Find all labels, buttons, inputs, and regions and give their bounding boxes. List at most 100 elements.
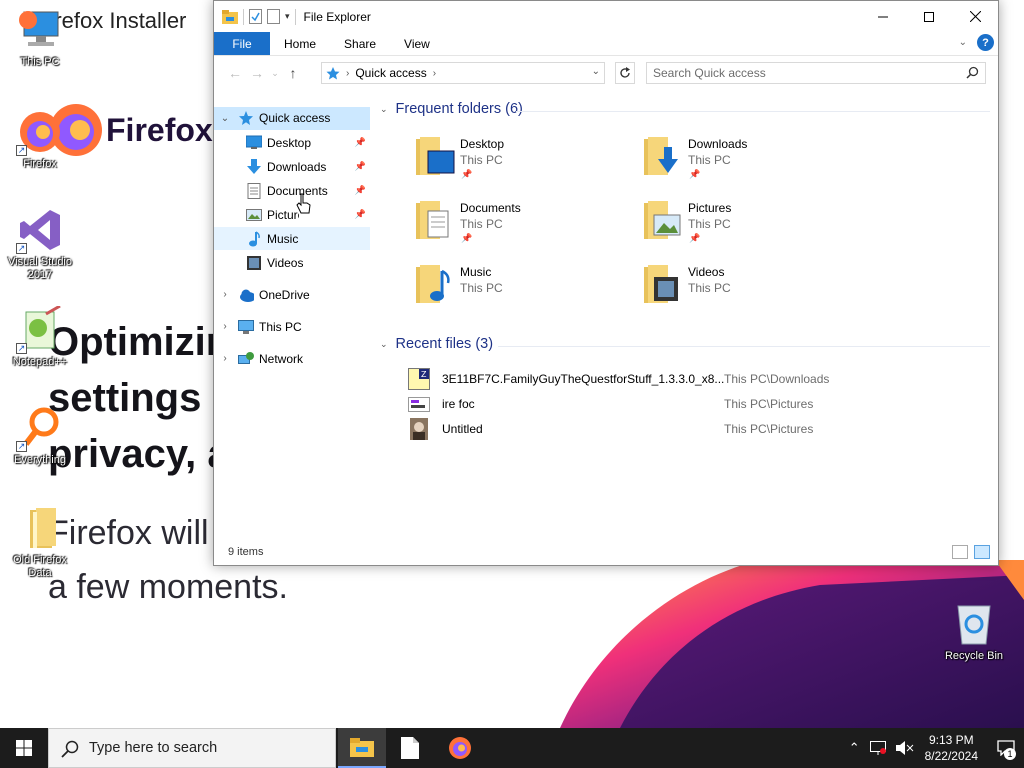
recent-file-name: Untitled xyxy=(442,422,483,436)
search-input[interactable]: Search Quick access xyxy=(646,62,986,84)
sidebar-item-quick-access[interactable]: ⌄ Quick access xyxy=(214,107,370,130)
help-button[interactable]: ? xyxy=(977,34,994,51)
frequent-folder-pictures[interactable]: Pictures This PC 📌 xyxy=(642,197,862,253)
close-button[interactable] xyxy=(952,1,998,32)
taskbar-notepad[interactable] xyxy=(386,728,434,768)
sidebar-item-label: Music xyxy=(267,232,299,246)
breadcrumb-separator-icon[interactable]: › xyxy=(433,68,436,79)
address-dropdown-icon[interactable]: ⌄ xyxy=(592,66,600,77)
visual-studio-icon: ↗ xyxy=(16,206,64,254)
toolbar-divider xyxy=(294,8,296,25)
expand-chevron-icon[interactable]: › xyxy=(220,353,230,364)
sidebar-item-desktop[interactable]: Desktop 📌 xyxy=(214,131,370,154)
collapse-caret-icon: ⌄ xyxy=(380,103,388,114)
desktop-icon-this-pc[interactable]: This PC xyxy=(2,6,78,69)
expand-chevron-icon[interactable]: › xyxy=(220,289,230,300)
group-divider xyxy=(498,346,990,347)
title-bar[interactable]: ▾ File Explorer xyxy=(214,1,998,32)
frequent-folder-music[interactable]: Music This PC xyxy=(414,261,634,317)
sidebar-item-network[interactable]: › Network xyxy=(214,347,370,370)
recent-file-location: This PC\Pictures xyxy=(724,397,814,411)
new-folder-icon[interactable] xyxy=(267,9,280,24)
folder-icon[interactable] xyxy=(222,9,238,24)
pin-icon[interactable]: 📌 xyxy=(355,137,366,148)
sidebar-item-this-pc[interactable]: › This PC xyxy=(214,315,370,338)
taskbar-firefox[interactable] xyxy=(436,728,484,768)
ribbon-tabs: File Home Share View ⌄ ? xyxy=(214,32,998,56)
sidebar-item-pictures[interactable]: Pictures 📌 xyxy=(214,203,370,226)
firefox-icon xyxy=(449,737,471,759)
breadcrumb-quick-access[interactable]: Quick access xyxy=(355,66,426,80)
maximize-icon xyxy=(924,11,934,22)
sidebar-item-downloads[interactable]: Downloads 📌 xyxy=(214,155,370,178)
pin-icon[interactable]: 📌 xyxy=(355,185,366,196)
action-center-button[interactable]: 1 xyxy=(988,728,1024,768)
network-icon xyxy=(238,352,254,364)
windows-logo-icon xyxy=(16,740,32,756)
desktop-icon-label: Firefox xyxy=(23,158,57,170)
network-status-icon[interactable] xyxy=(869,741,886,755)
forward-button[interactable]: → xyxy=(246,65,268,81)
desktop-icon-recycle-bin[interactable]: Recycle Bin xyxy=(936,600,1012,663)
recent-locations-icon[interactable]: ⌄ xyxy=(268,68,282,79)
image-thumbnail-icon xyxy=(410,418,428,440)
taskbar-file-explorer[interactable] xyxy=(338,728,386,768)
desktop-icon-label: Everything xyxy=(14,454,66,466)
desktop-icon-notepadpp[interactable]: ↗ Notepad++ xyxy=(2,304,78,369)
address-bar[interactable]: › Quick access › ⌄ xyxy=(321,62,605,84)
desktop-icon-firefox[interactable]: ↗ Firefox xyxy=(2,108,78,171)
show-hidden-icons-icon[interactable]: ⌃ xyxy=(849,740,860,756)
recent-file-row[interactable]: Untitled This PC\Pictures xyxy=(408,416,968,440)
shortcut-arrow-icon: ↗ xyxy=(16,145,27,156)
group-title: Frequent folders (6) xyxy=(395,101,523,117)
search-icon xyxy=(61,740,79,758)
pin-icon: 📌 xyxy=(461,233,473,243)
collapse-chevron-icon[interactable]: ⌄ xyxy=(220,113,230,124)
folder-location: This PC xyxy=(688,217,731,231)
tab-home[interactable]: Home xyxy=(270,32,330,55)
folder-location: This PC xyxy=(460,217,503,231)
system-clock[interactable]: 9:13 PM 8/22/2024 xyxy=(925,732,978,764)
sidebar-item-documents[interactable]: Documents 📌 xyxy=(214,179,370,202)
desktop-icon-visual-studio[interactable]: ↗ Visual Studio 2017 xyxy=(2,206,78,282)
frequent-folder-desktop[interactable]: Desktop This PC 📌 xyxy=(414,133,634,189)
pin-icon[interactable]: 📌 xyxy=(355,209,366,220)
tab-view[interactable]: View xyxy=(390,32,444,55)
tab-file[interactable]: File xyxy=(214,32,270,55)
volume-muted-icon[interactable] xyxy=(895,741,914,755)
toolbar-divider xyxy=(243,8,244,25)
expand-ribbon-icon[interactable]: ⌄ xyxy=(959,37,967,48)
pin-icon[interactable]: 📌 xyxy=(355,161,366,172)
details-view-button[interactable] xyxy=(952,545,968,559)
refresh-button[interactable] xyxy=(615,62,635,84)
onedrive-icon xyxy=(240,289,254,302)
taskbar-search-box[interactable]: Type here to search xyxy=(48,728,336,768)
sidebar-item-onedrive[interactable]: › OneDrive xyxy=(214,283,370,306)
sidebar-item-videos[interactable]: Videos xyxy=(214,251,370,274)
minimize-button[interactable] xyxy=(860,1,906,32)
sidebar-item-music[interactable]: Music xyxy=(214,227,370,250)
back-button[interactable]: ← xyxy=(224,65,246,81)
large-icons-view-button[interactable] xyxy=(974,545,990,559)
desktop-icon-old-firefox-data[interactable]: Old Firefox Data xyxy=(2,504,78,580)
music-folder-icon xyxy=(416,265,450,303)
frequent-folders-header[interactable]: ⌄ Frequent folders (6) xyxy=(380,101,523,117)
start-button[interactable] xyxy=(0,728,48,768)
up-button[interactable]: ↑ xyxy=(282,65,304,81)
maximize-button[interactable] xyxy=(906,1,952,32)
expand-chevron-icon[interactable]: › xyxy=(220,321,230,332)
search-placeholder: Search Quick access xyxy=(653,66,766,80)
frequent-folder-downloads[interactable]: Downloads This PC 📌 xyxy=(642,133,862,189)
videos-folder-icon xyxy=(644,265,678,303)
customize-toolbar-icon[interactable]: ▾ xyxy=(285,11,290,22)
recent-file-row[interactable]: ire foc This PC\Pictures xyxy=(408,391,968,415)
clock-time: 9:13 PM xyxy=(928,733,974,747)
frequent-folder-documents[interactable]: Documents This PC 📌 xyxy=(414,197,634,253)
frequent-folder-videos[interactable]: Videos This PC xyxy=(642,261,862,317)
tab-share[interactable]: Share xyxy=(330,32,390,55)
recent-file-row[interactable]: Z 3E11BF7C.FamilyGuyTheQuestforStuff_1.3… xyxy=(408,366,968,390)
collapse-caret-icon: ⌄ xyxy=(380,338,388,349)
recent-files-header[interactable]: ⌄ Recent files (3) xyxy=(380,336,493,352)
desktop-icon-everything[interactable]: ↗ Everything xyxy=(2,404,78,467)
properties-icon[interactable] xyxy=(249,9,262,24)
